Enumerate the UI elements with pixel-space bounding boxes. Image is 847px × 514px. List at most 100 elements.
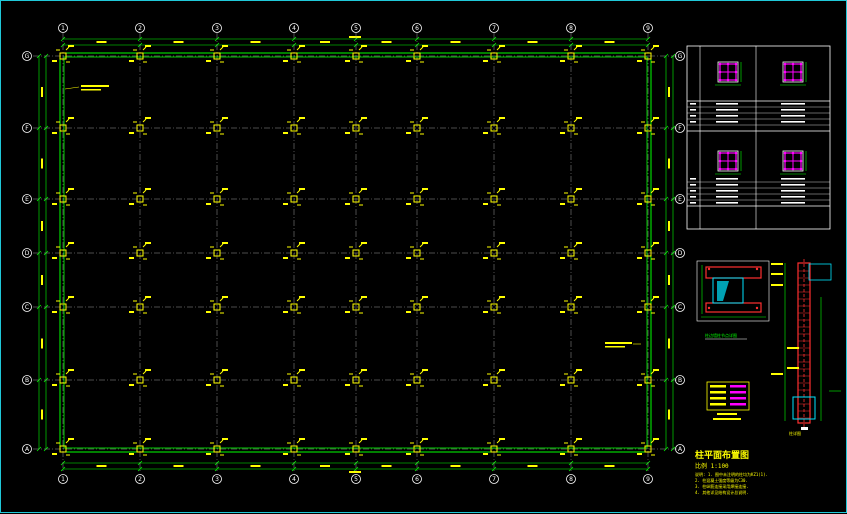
- column-leader: [65, 297, 70, 302]
- column-leader: [496, 118, 501, 123]
- column-leader: [496, 297, 501, 302]
- column-leader: [219, 439, 224, 444]
- column-tag: [299, 438, 305, 440]
- column-leader: [219, 46, 224, 51]
- schedule-cell-text: [716, 109, 738, 111]
- rebar-dot: [726, 151, 730, 155]
- dimension-text: [96, 41, 107, 43]
- column-symbol: [52, 117, 74, 135]
- rebar-dot: [718, 78, 722, 82]
- column-tag: [483, 384, 488, 386]
- axis-bubble-label: 1: [61, 25, 65, 32]
- rebar-dot: [734, 62, 738, 66]
- legend-text: [710, 391, 726, 394]
- column-leader: [296, 297, 301, 302]
- column-tag: [422, 45, 428, 47]
- schedule-row-label: [690, 121, 696, 123]
- schedule-row-label: [690, 103, 696, 105]
- column-tag: [145, 45, 151, 47]
- column-tag: [129, 203, 134, 205]
- rebar-dot: [734, 78, 738, 82]
- rebar-dot: [726, 78, 730, 82]
- column-tag: [637, 453, 642, 455]
- rebar-dot: [718, 70, 722, 74]
- column-leader: [142, 370, 147, 375]
- detail-beam-top: [705, 266, 762, 279]
- rebar-dot: [799, 62, 803, 66]
- rebar-dot: [783, 70, 787, 74]
- column-tag: [406, 311, 411, 313]
- column-leader: [142, 439, 147, 444]
- axis-bubble-label: G: [25, 53, 30, 60]
- column-tag: [68, 296, 74, 298]
- column-leader: [419, 189, 424, 194]
- dimension-text: [668, 409, 670, 420]
- column-leader: [573, 118, 578, 123]
- schedule-row-label: [690, 109, 696, 111]
- schedule-cell-text: [781, 115, 805, 117]
- elevation-note-text: [771, 373, 783, 375]
- column-leader: [142, 297, 147, 302]
- column-tag: [653, 438, 659, 440]
- rebar-dot: [799, 151, 803, 155]
- dimension-text: [320, 41, 330, 43]
- column-leader: [358, 46, 363, 51]
- elevation-note-text: [771, 263, 783, 265]
- column-tag: [576, 369, 582, 371]
- column-leader: [142, 118, 147, 123]
- schedule-row-label: [690, 190, 696, 192]
- annotation-text: [605, 346, 625, 348]
- column-tag: [283, 257, 288, 259]
- rebar-dot: [799, 78, 803, 82]
- rebar-dot: [726, 62, 730, 66]
- column-tag: [576, 188, 582, 190]
- column-leader: [219, 243, 224, 248]
- dimension-text: [41, 221, 43, 231]
- column-leader: [142, 46, 147, 51]
- column-tag: [52, 311, 57, 313]
- column-leader: [296, 243, 301, 248]
- schedule-cell-text: [781, 121, 805, 123]
- column-tag: [68, 45, 74, 47]
- column-leader: [573, 439, 578, 444]
- column-tag: [299, 369, 305, 371]
- column-leader: [358, 297, 363, 302]
- note-line: 4. 其他详见结构设计总说明.: [695, 490, 749, 495]
- schedule-border: [686, 45, 831, 230]
- rebar-dot: [718, 151, 722, 155]
- column-tag: [345, 453, 350, 455]
- column-tag: [422, 296, 428, 298]
- column-leader: [65, 370, 70, 375]
- column-tag: [483, 132, 488, 134]
- column-tag: [206, 453, 211, 455]
- legend-text: [710, 397, 726, 400]
- column-leader: [650, 46, 655, 51]
- rebar-dot: [783, 151, 787, 155]
- schedule-cell-text: [781, 184, 805, 186]
- axis-bubble-label: F: [678, 125, 682, 132]
- axis-bubble-label: 7: [492, 476, 496, 483]
- schedule-cell-text: [716, 121, 738, 123]
- column-tag: [129, 257, 134, 259]
- column-tag: [222, 242, 228, 244]
- dimension-text: [41, 338, 43, 349]
- axis-bubble-label: 8: [569, 476, 573, 483]
- column-tag: [129, 132, 134, 134]
- elevation-note-text: [787, 367, 799, 369]
- column-symbol: [483, 117, 505, 135]
- axis-bubble-label: E: [25, 196, 29, 203]
- axis-bubble-label: B: [25, 377, 29, 384]
- schedule-row-label: [690, 202, 696, 204]
- column-tag: [206, 132, 211, 134]
- schedule-row-label: [690, 178, 696, 180]
- column-tag: [129, 453, 134, 455]
- column-tag: [145, 438, 151, 440]
- column-tag: [499, 438, 505, 440]
- column-tag: [653, 45, 659, 47]
- dimension-text: [41, 158, 43, 169]
- schedule-cell-text: [781, 202, 805, 204]
- column-leader: [219, 297, 224, 302]
- column-tag: [483, 311, 488, 313]
- column-tag: [361, 242, 367, 244]
- column-leader: [142, 189, 147, 194]
